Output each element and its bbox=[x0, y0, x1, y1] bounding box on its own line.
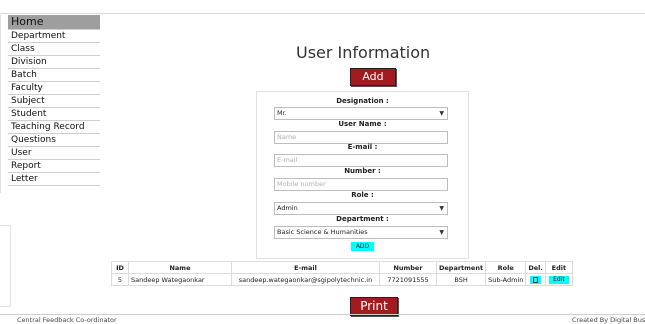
sidebar-item-department[interactable]: Department bbox=[8, 30, 100, 43]
column-header-name: Name bbox=[128, 261, 232, 274]
department-label: Department : bbox=[336, 215, 389, 223]
top-border bbox=[0, 0, 645, 14]
sidebar-item-teaching-record[interactable]: Teaching Record bbox=[8, 121, 100, 134]
chevron-down-icon: ▼ bbox=[439, 229, 444, 236]
sidebar-nav: Home Department Class Division Batch Fac… bbox=[8, 15, 100, 186]
table-row: 5 Sandeep Wategaonkar sandeep.wategaonka… bbox=[111, 273, 573, 286]
role-value: Admin bbox=[277, 204, 298, 212]
column-header-number: Number bbox=[379, 261, 437, 274]
cell-email: sandeep.wategaonkar@sgipolytechnic.in bbox=[231, 273, 380, 286]
username-label: User Name : bbox=[338, 120, 387, 128]
column-header-email: E-mail bbox=[231, 261, 380, 274]
page-title: User Information bbox=[296, 43, 431, 62]
sidebar-item-batch[interactable]: Batch bbox=[8, 69, 100, 82]
chevron-down-icon: ▼ bbox=[439, 205, 444, 212]
column-header-del: Del. bbox=[525, 261, 546, 274]
cell-edit: Edit bbox=[544, 273, 573, 286]
cell-id: 5 bbox=[111, 273, 129, 286]
designation-select[interactable]: Mr. ▼ bbox=[274, 107, 448, 120]
email-input[interactable]: E-mail bbox=[274, 154, 448, 167]
add-button[interactable]: Add bbox=[350, 68, 396, 86]
sidebar-item-home[interactable]: Home bbox=[8, 15, 100, 30]
cell-name: Sandeep Wategaonkar bbox=[128, 273, 232, 286]
sidebar-item-division[interactable]: Division bbox=[8, 56, 100, 69]
email-label: E-mail : bbox=[347, 143, 378, 151]
column-header-edit: Edit bbox=[544, 261, 573, 274]
role-select[interactable]: Admin ▼ bbox=[274, 202, 448, 215]
number-label: Number : bbox=[344, 167, 381, 175]
form-add-button[interactable]: ADD bbox=[351, 242, 374, 251]
sidebar-item-student[interactable]: Student bbox=[8, 108, 100, 121]
sidebar-item-report[interactable]: Report bbox=[8, 160, 100, 173]
chevron-down-icon: ▼ bbox=[439, 110, 444, 117]
sidebar-item-letter[interactable]: Letter bbox=[8, 173, 100, 186]
column-header-id: ID bbox=[111, 261, 129, 274]
sidebar-item-class[interactable]: Class bbox=[8, 43, 100, 56]
sidebar-item-faculty[interactable]: Faculty bbox=[8, 82, 100, 95]
table-header-row: ID Name E-mail Number Department Role De… bbox=[111, 261, 573, 274]
sidebar-item-questions[interactable]: Questions bbox=[8, 134, 100, 147]
sidebar-item-subject[interactable]: Subject bbox=[8, 95, 100, 108]
sidebar-border bbox=[0, 15, 1, 193]
cell-del bbox=[525, 273, 546, 286]
number-input[interactable]: Mobile number bbox=[274, 178, 448, 191]
role-label: Role : bbox=[351, 191, 374, 199]
trash-icon bbox=[533, 276, 539, 283]
edit-button[interactable]: Edit bbox=[548, 276, 569, 284]
sidebar-item-user[interactable]: User bbox=[8, 147, 100, 160]
left-panel-box bbox=[0, 225, 11, 307]
users-table: ID Name E-mail Number Department Role De… bbox=[111, 261, 573, 286]
designation-value: Mr. bbox=[277, 109, 287, 117]
column-header-department: Department bbox=[435, 261, 487, 274]
department-value: Basic Science & Humanities bbox=[277, 228, 368, 236]
delete-button[interactable] bbox=[530, 275, 542, 284]
cell-department: BSH bbox=[435, 273, 487, 286]
department-select[interactable]: Basic Science & Humanities ▼ bbox=[274, 226, 448, 239]
cell-number: 7721091555 bbox=[379, 273, 437, 286]
user-form: Designation : Mr. ▼ User Name : Name E-m… bbox=[256, 91, 469, 259]
column-header-role: Role bbox=[485, 261, 527, 274]
cell-role: Sub-Admin bbox=[485, 273, 527, 286]
designation-label: Designation : bbox=[336, 97, 389, 105]
